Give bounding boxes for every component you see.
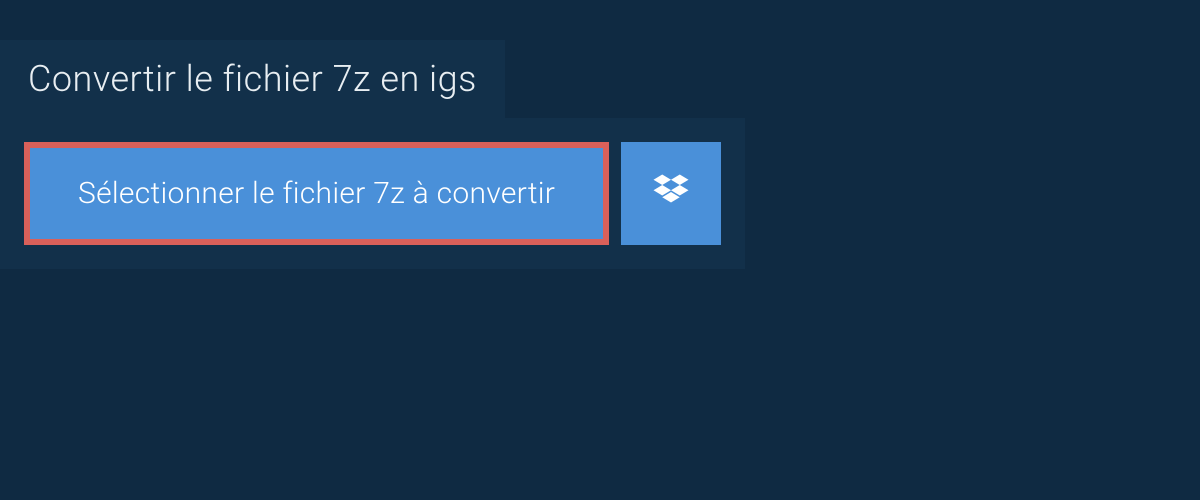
select-file-button[interactable]: Sélectionner le fichier 7z à convertir xyxy=(24,142,609,245)
page-heading-bar: Convertir le fichier 7z en igs xyxy=(0,40,505,118)
page-title: Convertir le fichier 7z en igs xyxy=(28,58,477,100)
dropbox-button[interactable] xyxy=(621,142,721,245)
upload-button-container: Sélectionner le fichier 7z à convertir xyxy=(0,118,745,269)
dropbox-icon xyxy=(650,171,692,216)
